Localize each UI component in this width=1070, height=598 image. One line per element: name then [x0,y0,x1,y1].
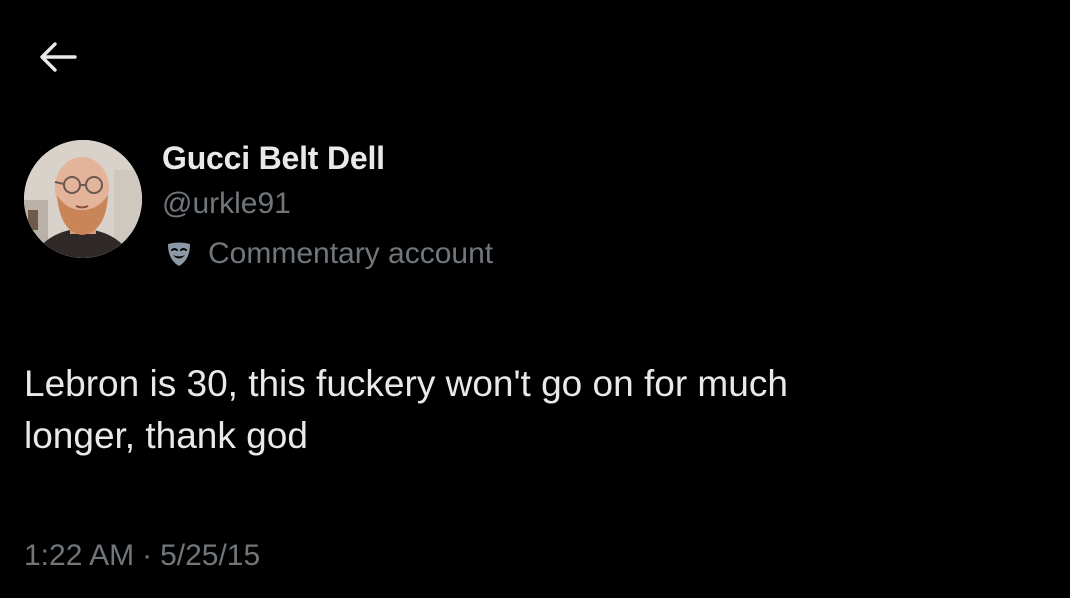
tweet-text: Lebron is 30, this fuckery won't go on f… [24,363,788,456]
theater-mask-icon [168,242,190,266]
account-label-row[interactable]: Commentary account [162,234,493,274]
user-info: Gucci Belt Dell @urkle91 Commentary acco… [162,136,493,274]
arrow-left-icon [40,42,77,72]
tweet-header: Gucci Belt Dell @urkle91 Commentary acco… [24,136,1024,286]
account-label[interactable]: Commentary account [208,234,493,274]
tweet-time[interactable]: 1:22 AM [24,536,134,576]
user-handle[interactable]: @urkle91 [162,184,493,224]
avatar[interactable] [24,140,142,258]
back-button[interactable] [32,34,82,80]
avatar-photo [24,140,142,258]
tweet-meta: 1:22 AM · 5/25/15 [24,536,260,576]
display-name[interactable]: Gucci Belt Dell [162,136,493,180]
tweet-date[interactable]: 5/25/15 [160,536,260,576]
meta-separator: · [142,539,153,572]
